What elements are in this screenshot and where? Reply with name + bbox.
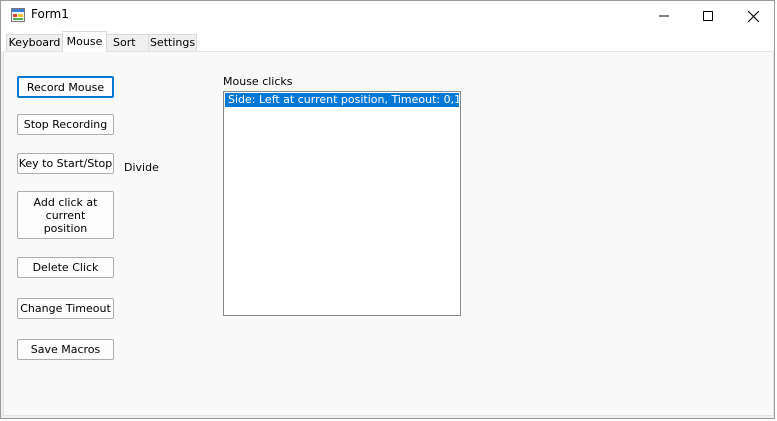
app-icon xyxy=(11,8,25,22)
close-button[interactable] xyxy=(730,1,774,31)
window-title: Form1 xyxy=(31,7,69,21)
tab-settings[interactable]: Settings xyxy=(148,34,197,52)
tab-sort[interactable]: Sort xyxy=(106,34,149,52)
record-mouse-button[interactable]: Record Mouse xyxy=(17,76,114,98)
main-window: Form1 Keyboard Mouse Sort Settings Recor… xyxy=(0,0,775,419)
minimize-button[interactable] xyxy=(641,1,687,31)
add-click-button[interactable]: Add click at current position xyxy=(17,191,114,239)
list-item[interactable]: Side: Left at current position, Timeout:… xyxy=(225,93,459,107)
save-macros-button[interactable]: Save Macros xyxy=(17,339,114,360)
change-timeout-button[interactable]: Change Timeout xyxy=(17,298,114,319)
tab-mouse[interactable]: Mouse xyxy=(62,31,107,52)
minimize-icon xyxy=(659,11,669,21)
close-icon xyxy=(747,10,759,22)
maximize-button[interactable] xyxy=(685,1,731,31)
key-to-start-stop-button[interactable]: Key to Start/Stop xyxy=(17,153,114,174)
tab-strip: Keyboard Mouse Sort Settings xyxy=(1,31,774,52)
title-bar[interactable]: Form1 xyxy=(1,1,774,31)
delete-click-button[interactable]: Delete Click xyxy=(17,257,114,278)
hotkey-value-label: Divide xyxy=(124,161,159,174)
maximize-icon xyxy=(703,11,713,21)
tab-keyboard[interactable]: Keyboard xyxy=(6,34,63,52)
mouse-tab-page: Record Mouse Stop Recording Key to Start… xyxy=(3,51,774,416)
stop-recording-button[interactable]: Stop Recording xyxy=(17,114,114,135)
mouse-clicks-label: Mouse clicks xyxy=(223,75,293,88)
mouse-clicks-list[interactable]: Side: Left at current position, Timeout:… xyxy=(223,91,461,316)
